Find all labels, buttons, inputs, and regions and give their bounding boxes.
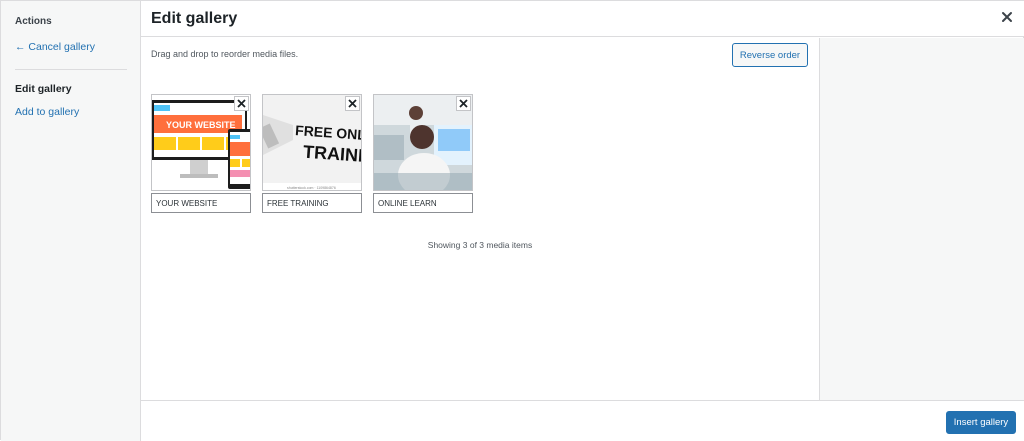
- modal-footer: Insert gallery: [141, 400, 1024, 441]
- sidebar-item-add-to-gallery[interactable]: Add to gallery: [15, 106, 79, 118]
- page-title: Edit gallery: [151, 10, 238, 27]
- gallery-thumbnail[interactable]: [373, 94, 473, 191]
- modal-header: Edit gallery: [141, 1, 1024, 37]
- sidebar: Actions ← Cancel gallery Edit gallery Ad…: [1, 1, 141, 441]
- reorder-instructions: Drag and drop to reorder media files.: [151, 49, 299, 59]
- cancel-gallery-link[interactable]: ← Cancel gallery: [15, 41, 95, 53]
- sidebar-item-edit-gallery[interactable]: Edit gallery: [15, 83, 72, 95]
- gallery-item[interactable]: YOUR WEBSITE: [151, 94, 251, 213]
- caption-field[interactable]: [262, 193, 362, 213]
- image-text: YOUR WEBSITE: [166, 120, 236, 130]
- caption-field[interactable]: [151, 193, 251, 213]
- remove-icon[interactable]: [456, 96, 471, 111]
- gallery-content: Drag and drop to reorder media files. Re…: [141, 38, 819, 400]
- close-icon[interactable]: [999, 9, 1015, 25]
- caption-field[interactable]: [373, 193, 473, 213]
- attachment-details-panel: [819, 38, 1024, 400]
- sidebar-divider: [15, 69, 127, 70]
- remove-icon[interactable]: [345, 96, 360, 111]
- gallery-thumbnail[interactable]: YOUR WEBSITE: [151, 94, 251, 191]
- media-count-status: Showing 3 of 3 media items: [427, 240, 533, 250]
- reverse-order-button[interactable]: Reverse order: [732, 43, 808, 67]
- sidebar-heading: Actions: [15, 16, 52, 27]
- gallery-thumbnail[interactable]: FREE ONLIN TRAINI shutterstock.com · 110…: [262, 94, 362, 191]
- image-credit: shutterstock.com · 1109864876: [287, 186, 336, 190]
- insert-gallery-button[interactable]: Insert gallery: [946, 411, 1016, 434]
- remove-icon[interactable]: [234, 96, 249, 111]
- image-text: TRAINI: [302, 142, 362, 166]
- gallery-item[interactable]: [373, 94, 473, 213]
- gallery-item[interactable]: FREE ONLIN TRAINI shutterstock.com · 110…: [262, 94, 362, 213]
- media-modal: Actions ← Cancel gallery Edit gallery Ad…: [0, 0, 1024, 441]
